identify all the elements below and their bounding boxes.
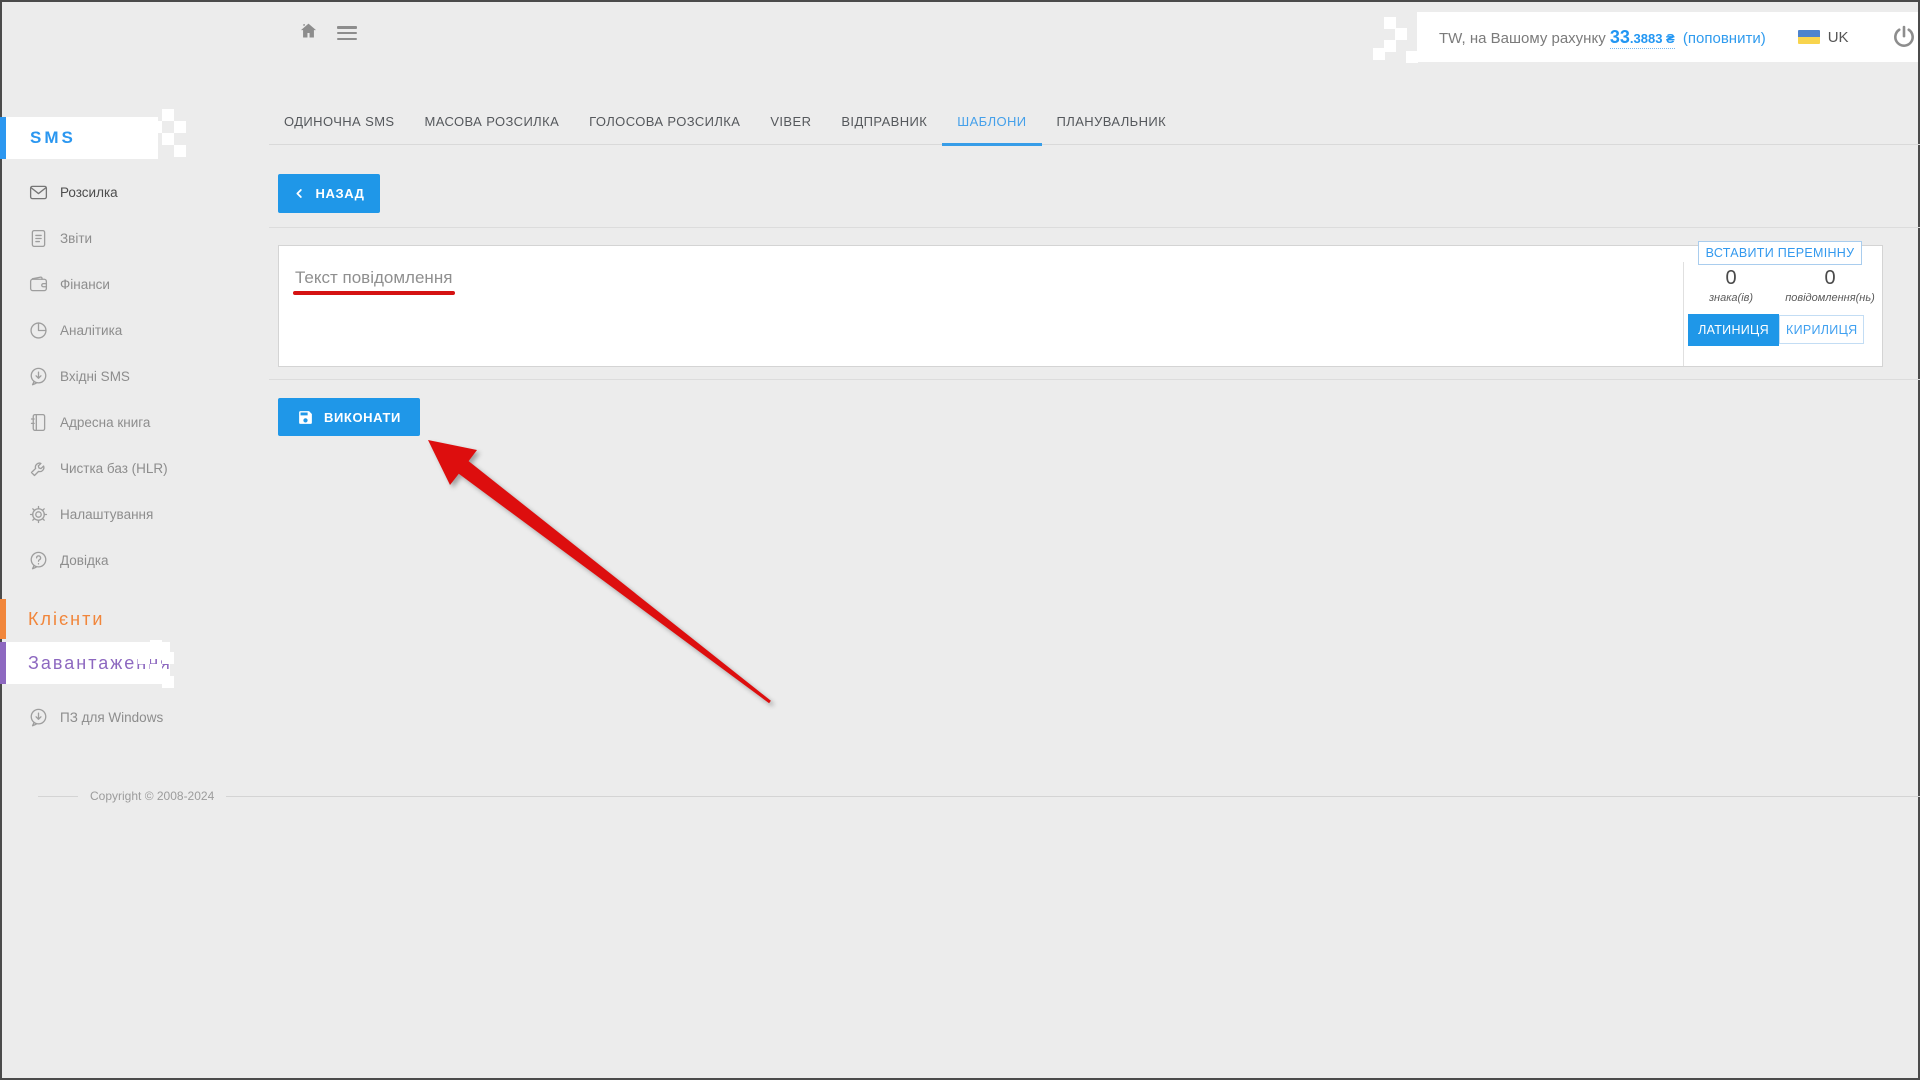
annotation-red-underline (293, 291, 455, 295)
tab-scheduler[interactable]: ПЛАНУВАЛЬНИК (1042, 114, 1182, 145)
latin-toggle-button[interactable]: ЛАТИНИЦЯ (1688, 314, 1779, 346)
language-label: UK (1828, 29, 1849, 46)
sidebar-section-sms-label: SMS (30, 128, 76, 148)
logout-power-icon[interactable] (1891, 24, 1917, 50)
sidebar-item-label: Довідка (60, 553, 109, 568)
cyrillic-toggle-button[interactable]: КИРИЛИЦЯ (1779, 315, 1864, 344)
sidebar-item-analityka[interactable]: Аналітика (0, 307, 269, 353)
char-count-value: 0 (1725, 266, 1736, 290)
pixel-decor (162, 133, 174, 145)
balance-prefix-label: TW, на Вашому рахунку (1439, 30, 1606, 47)
sidebar-item-dovidka[interactable]: Довідка (0, 537, 269, 583)
divider (226, 796, 1920, 797)
sidebar-item-nalashtuvannya[interactable]: Налаштування (0, 491, 269, 537)
sidebar-item-label: Чистка баз (HLR) (60, 461, 168, 476)
divider (1683, 262, 1684, 366)
sidebar-item-chystka-baz[interactable]: Чистка баз (HLR) (0, 445, 269, 491)
app-window: TW, на Вашому рахунку 33.3883 ₴ (поповни… (0, 0, 1920, 1080)
help-icon (28, 550, 49, 571)
sidebar-item-label: Аналітика (60, 323, 122, 338)
save-floppy-icon (297, 409, 314, 426)
sidebar-menu: Розсилка Звіти Фінанси Аналітика Вхідні … (0, 169, 269, 583)
insert-variable-button[interactable]: ВСТАВИТИ ПЕРЕМІННУ (1698, 241, 1862, 265)
back-button-label: НАЗАД (315, 186, 364, 201)
sidebar-item-label: Фінанси (60, 277, 110, 292)
sidebar-section-sms[interactable]: SMS (0, 117, 158, 159)
pixel-decor (150, 664, 162, 676)
mail-icon (28, 182, 49, 203)
sidebar-item-label: Адресна книга (60, 415, 150, 430)
char-counter: 0 знака(ів) (1685, 266, 1777, 304)
divider (269, 379, 1920, 380)
topbar-account-panel: TW, на Вашому рахунку 33.3883 ₴ (поповни… (1417, 12, 1918, 62)
sidebar-item-windows-software[interactable]: ПЗ для Windows (0, 695, 269, 739)
back-button[interactable]: НАЗАД (278, 174, 380, 213)
tab-sender[interactable]: ВІДПРАВНИК (826, 114, 942, 145)
balance-amount-link[interactable]: 33.3883 ₴ (1610, 30, 1675, 49)
pixel-decor (174, 145, 186, 157)
hamburger-menu-icon[interactable] (337, 26, 357, 43)
sidebar-item-finansy[interactable]: Фінанси (0, 261, 269, 307)
message-count-value: 0 (1824, 266, 1835, 290)
pixel-decor (150, 121, 162, 133)
sidebar-item-label: Звіти (60, 231, 92, 246)
tab-voice-mailing[interactable]: ГОЛОСОВА РОЗСИЛКА (574, 114, 755, 145)
language-switcher[interactable]: UK (1798, 29, 1849, 46)
chevron-left-icon (293, 187, 306, 200)
pixel-decor (162, 652, 174, 664)
incoming-message-icon (28, 366, 49, 387)
sidebar-section-clients-label: Клієнти (28, 609, 104, 630)
char-count-label: знака(ів) (1709, 292, 1753, 304)
pixel-decor (162, 109, 174, 121)
account-balance: TW, на Вашому рахунку 33.3883 ₴ (поповни… (1439, 27, 1766, 48)
message-text-input[interactable] (281, 248, 1677, 364)
pixel-decor (138, 652, 150, 664)
tab-single-sms[interactable]: ОДИНОЧНА SMS (269, 114, 410, 145)
report-file-icon (28, 228, 49, 249)
execute-save-button[interactable]: ВИКОНАТИ (278, 398, 420, 436)
pixel-decor (174, 121, 186, 133)
tab-viber[interactable]: VIBER (755, 114, 826, 145)
execute-button-label: ВИКОНАТИ (324, 410, 401, 425)
message-counters: 0 знака(ів) 0 повідомлення(нь) (1685, 266, 1885, 304)
tab-bar: ОДИНОЧНА SMS МАСОВА РОЗСИЛКА ГОЛОСОВА РО… (269, 110, 1920, 145)
wrench-icon (28, 458, 49, 479)
sidebar-item-rozsylka[interactable]: Розсилка (0, 169, 269, 215)
message-template-card (278, 245, 1883, 367)
wallet-icon (28, 274, 49, 295)
home-icon[interactable] (298, 20, 319, 41)
topup-link[interactable]: (поповнити) (1683, 30, 1766, 47)
address-book-icon (28, 412, 49, 433)
sidebar-section-clients[interactable]: Клієнти (0, 599, 200, 639)
sidebar-item-adresna-knyha[interactable]: Адресна книга (0, 399, 269, 445)
sidebar-item-label: Розсилка (60, 185, 118, 200)
sidebar-item-label: Вхідні SMS (60, 369, 130, 384)
sidebar-item-label: Налаштування (60, 507, 153, 522)
sidebar-item-vhidni-sms[interactable]: Вхідні SMS (0, 353, 269, 399)
sidebar-item-label: ПЗ для Windows (60, 710, 163, 725)
divider (269, 227, 1920, 228)
pixel-decor (1384, 40, 1396, 52)
tab-mass-mailing[interactable]: МАСОВА РОЗСИЛКА (410, 114, 575, 145)
pixel-decor (162, 676, 174, 688)
pie-chart-icon (28, 320, 49, 341)
ukraine-flag-icon (1798, 30, 1820, 44)
message-counter: 0 повідомлення(нь) (1777, 266, 1883, 304)
tab-templates[interactable]: ШАБЛОНИ (942, 114, 1041, 145)
download-icon (28, 707, 49, 728)
copyright-text: Copyright © 2008-2024 (90, 789, 214, 803)
pixel-decor (150, 640, 162, 652)
message-count-label: повідомлення(нь) (1785, 292, 1875, 304)
divider (38, 796, 78, 797)
alphabet-toggle: ЛАТИНИЦЯ КИРИЛИЦЯ (1688, 314, 1864, 346)
annotation-arrow (0, 0, 1920, 1080)
sidebar-item-zvity[interactable]: Звіти (0, 215, 269, 261)
gear-icon (28, 504, 49, 525)
pixel-decor (1395, 28, 1407, 40)
